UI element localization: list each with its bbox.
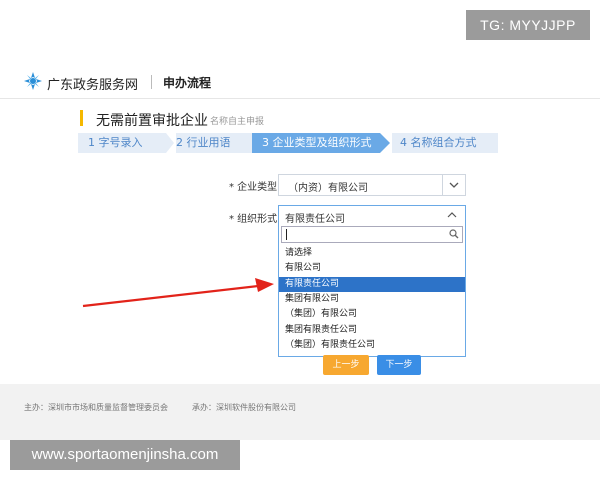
step-4: 4 名称组合方式 bbox=[392, 133, 498, 153]
search-icon bbox=[449, 229, 459, 239]
site-name[interactable]: 广东政务服务网 bbox=[47, 74, 138, 93]
company-type-select[interactable]: （内资）有限公司 bbox=[278, 174, 466, 196]
org-form-dropdown[interactable]: 有限责任公司 请选择 有限公司 有限责任公司 集团有限公司 （集团）有限公司 集… bbox=[278, 205, 466, 357]
step-3-label: 3 企业类型及组织形式 bbox=[262, 136, 372, 149]
dropdown-option[interactable]: 请选择 bbox=[279, 246, 465, 261]
header-divider bbox=[151, 75, 152, 89]
footer-support: 承办：深圳软件股份有限公司 bbox=[192, 403, 296, 412]
prev-button[interactable]: 上一步 bbox=[323, 355, 369, 375]
dropdown-option[interactable]: 有限公司 bbox=[279, 261, 465, 276]
watermark-top: TG: MYYJJPP bbox=[466, 10, 590, 40]
step-1-arrow bbox=[166, 133, 174, 153]
title-accent-bar bbox=[80, 110, 83, 126]
dropdown-option[interactable]: （集团）有限公司 bbox=[279, 307, 465, 322]
watermark-bottom: www.sportaomenjinsha.com bbox=[10, 440, 240, 470]
step-progress: 1 字号录入 2 行业用语 3 企业类型及组织形式 4 名称组合方式 bbox=[78, 133, 498, 153]
chevron-down-icon bbox=[449, 182, 459, 188]
dropdown-search-input[interactable] bbox=[281, 226, 463, 243]
company-type-label: * 企业类型 bbox=[229, 182, 278, 193]
dropdown-option-selected[interactable]: 有限责任公司 bbox=[279, 277, 465, 292]
dropdown-option[interactable]: （集团）有限责任公司 bbox=[279, 338, 465, 353]
dropdown-option[interactable]: 集团有限责任公司 bbox=[279, 323, 465, 338]
step-2-label: 2 行业用语 bbox=[176, 136, 231, 149]
chevron-up-icon[interactable] bbox=[447, 211, 457, 219]
page-title: 无需前置审批企业 bbox=[96, 113, 208, 129]
next-button[interactable]: 下一步 bbox=[377, 355, 421, 375]
org-form-label: * 组织形式 bbox=[229, 214, 278, 225]
step-1: 1 字号录入 bbox=[78, 133, 166, 153]
logo-icon bbox=[24, 72, 42, 90]
page-subtitle: 名称自主申报 bbox=[210, 117, 265, 127]
section-name: 申办流程 bbox=[163, 76, 212, 90]
dropdown-option[interactable]: 集团有限公司 bbox=[279, 292, 465, 307]
step-3-arrow bbox=[380, 133, 390, 153]
text-caret bbox=[286, 229, 287, 240]
page-footer: 主办：深圳市市场和质量监督管理委员会 承办：深圳软件股份有限公司 bbox=[0, 384, 600, 440]
footer-sponsor: 主办：深圳市市场和质量监督管理委员会 bbox=[24, 403, 168, 412]
step-3-active: 3 企业类型及组织形式 bbox=[252, 133, 380, 153]
company-type-toggle[interactable] bbox=[442, 175, 465, 195]
step-4-label: 4 名称组合方式 bbox=[400, 136, 477, 149]
step-1-label: 1 字号录入 bbox=[88, 136, 143, 149]
org-form-value: 有限责任公司 bbox=[285, 214, 345, 225]
site-header: 广东政务服务网 申办流程 bbox=[0, 66, 600, 99]
company-type-value: （内资）有限公司 bbox=[288, 183, 368, 194]
